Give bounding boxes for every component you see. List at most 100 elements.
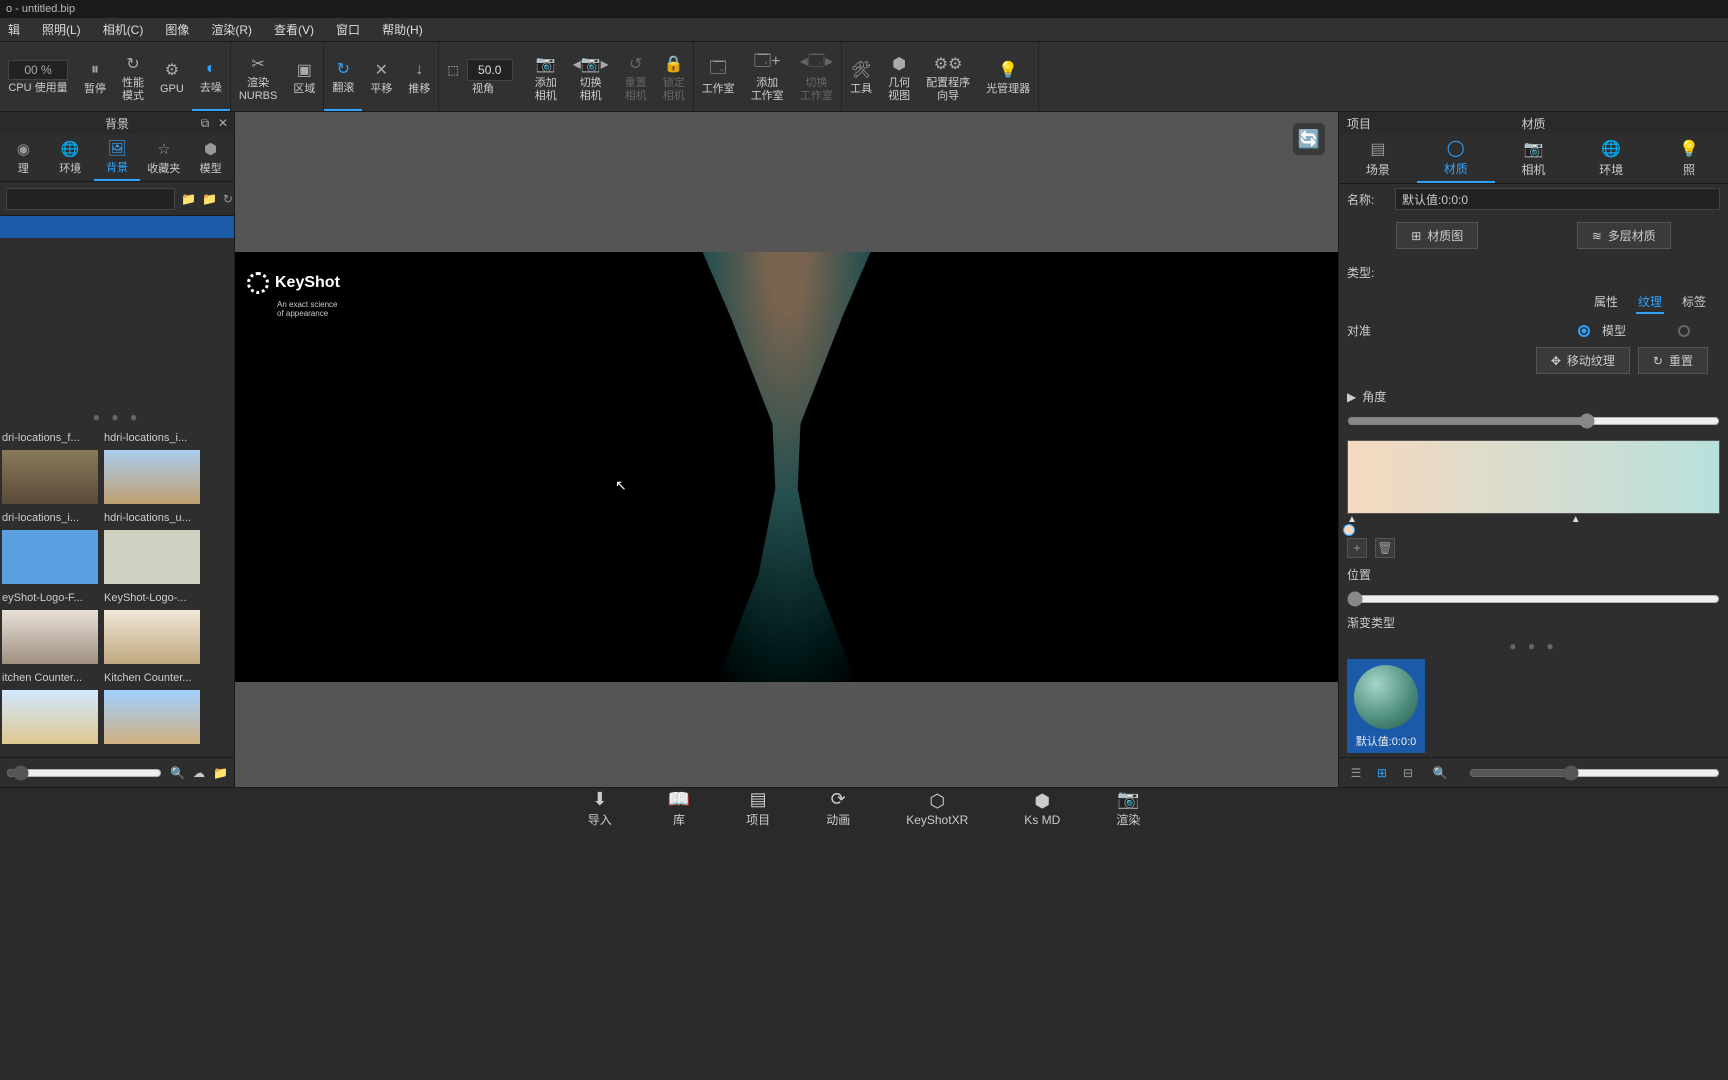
left-tab-environment[interactable]: 🌐环境 [47,134,94,181]
subtab-labels[interactable]: 标签 [1680,291,1708,314]
library-button[interactable]: 📖库 [668,789,690,828]
animation-button[interactable]: ⟳动画 [826,789,850,828]
tree-view-icon[interactable]: ⊟ [1399,764,1417,782]
gpu-button[interactable]: ⚙GPU [152,42,192,111]
viewport[interactable]: 🔄 KeyShot An exact science of appearance… [235,112,1338,787]
menu-render[interactable]: 渲染(R) [207,19,256,40]
pan-button[interactable]: ✕平移 [362,42,400,111]
multilayer-button[interactable]: ≋多层材质 [1577,222,1671,249]
light-manager-button[interactable]: 💡光管理器 [978,42,1038,111]
delete-stop-button[interactable]: 🗑 [1375,538,1395,558]
cursor-icon: ↖ [615,477,627,494]
lock-camera-button[interactable]: 🔒锁定 相机 [655,42,693,111]
tumble-button[interactable]: ↻翻滚 [324,42,362,111]
folder-icon[interactable]: 📁 [181,190,196,208]
gradient-markers[interactable]: ▲ ▲ [1347,516,1720,534]
dolly-button[interactable]: ↓推移 [400,42,438,111]
render-view[interactable]: KeyShot An exact science of appearance ↖ [235,252,1338,682]
thumb-item[interactable]: Kitchen Counter... [104,670,200,744]
search-input[interactable] [6,188,175,210]
menu-lighting[interactable]: 照明(L) [38,19,85,40]
menu-help[interactable]: 帮助(H) [378,19,427,40]
popout-icon[interactable]: ⧉ [198,116,212,130]
resize-handle[interactable]: ● ● ● [0,406,234,428]
tab-scene[interactable]: ▤场景 [1339,134,1417,183]
align-part-radio[interactable] [1678,325,1690,337]
render-button[interactable]: 📷渲染 [1116,789,1140,828]
move-texture-button[interactable]: ✥移动纹理 [1536,347,1630,374]
menu-window[interactable]: 窗口 [332,19,364,40]
thumb-size-slider[interactable] [6,765,162,781]
menu-item[interactable]: 辑 [4,19,24,40]
thumb-item[interactable]: dri-locations_i... [2,510,98,584]
geometry-view-button[interactable]: ⬢几何 视图 [880,42,918,111]
preview-size-slider[interactable] [1469,765,1720,781]
grid-view-icon[interactable]: ⊞ [1373,764,1391,782]
name-input[interactable] [1395,188,1720,210]
cloud-sync-icon[interactable]: 🔄 [1292,122,1326,156]
thumb-item[interactable]: hdri-locations_u... [104,510,200,584]
import-button[interactable]: ⬇导入 [588,789,612,828]
refresh-icon[interactable]: ↻ [223,190,233,208]
switch-camera-button[interactable]: ◂📷▸切换 相机 [565,42,617,111]
angle-slider[interactable] [1347,413,1720,429]
gradient-stop-marker[interactable]: ▲ [1571,514,1581,525]
reset-button[interactable]: ↻重置 [1638,347,1708,374]
left-tab-favorites[interactable]: ☆收藏夹 [140,134,187,181]
material-graph-button[interactable]: ⊞材质图 [1396,222,1478,249]
list-view-icon[interactable]: ☰ [1347,764,1365,782]
left-tab-material[interactable]: ◉理 [0,134,47,181]
menu-view[interactable]: 查看(V) [270,19,318,40]
ksmd-button[interactable]: ⬢Ks MD [1024,791,1060,827]
folder-icon[interactable]: 📁 [213,766,228,780]
align-model-radio[interactable] [1578,325,1590,337]
fov-button[interactable]: ⬚ 视角 [439,42,526,111]
perf-button[interactable]: ↻性能 模式 [114,42,152,111]
left-tab-background[interactable]: 🖼背景 [94,134,141,181]
configurator-button[interactable]: ⚙⚙配置程序 向导 [918,42,978,111]
thumb-item[interactable]: hdri-locations_i... [104,430,200,504]
denoise-button[interactable]: ◐去噪 [192,42,230,111]
add-stop-button[interactable]: + [1347,538,1367,558]
switch-studio-button[interactable]: ◂🗔▸切换 工作室 [792,42,841,111]
search-icon[interactable]: 🔍 [1431,764,1449,782]
subtab-textures[interactable]: 纹理 [1636,291,1664,314]
thumb-item[interactable]: dri-locations_f... [2,430,98,504]
folder-icon[interactable]: 📁 [202,190,217,208]
tab-material[interactable]: ◯材质 [1417,134,1495,183]
fov-input[interactable] [468,63,512,77]
keyshotxr-button[interactable]: ⬡KeyShotXR [906,791,968,827]
tab-lighting[interactable]: 💡照 [1650,134,1728,183]
region-button[interactable]: ▣区域 [285,42,323,111]
expand-icon[interactable]: ▶ [1347,390,1356,404]
gradient-preview[interactable] [1347,440,1720,514]
folder-tree[interactable] [0,216,234,406]
close-icon[interactable]: ✕ [216,116,230,130]
tools-button[interactable]: 🛠工具 [842,42,880,111]
gradient-color-handle[interactable] [1343,524,1355,536]
studio-button[interactable]: 🗔工作室 [694,42,743,111]
left-tab-models[interactable]: ⬢模型 [187,134,234,181]
thumb-item[interactable]: KeyShot-Logo-... [104,590,200,664]
tab-environment[interactable]: 🌐环境 [1572,134,1650,183]
tree-row[interactable] [0,216,234,238]
reset-camera-button[interactable]: ↺重置 相机 [617,42,655,111]
search-icon[interactable]: 🔍 [170,766,185,780]
thumb-item[interactable]: itchen Counter... [2,670,98,744]
pause-button[interactable]: ⏸暂停 [76,42,114,111]
add-studio-button[interactable]: 🗔+添加 工作室 [743,42,792,111]
project-label: 项目 [1347,115,1371,132]
subtab-properties[interactable]: 属性 [1592,291,1620,314]
thumb-item[interactable]: eyShot-Logo-F... [2,590,98,664]
cloud-icon[interactable]: ☁ [193,766,205,780]
position-slider[interactable] [1347,591,1720,607]
material-preview[interactable]: 默认值:0:0:0 [1347,659,1425,753]
project-button[interactable]: ▤项目 [746,789,770,828]
zoom-combo[interactable]: 00 %CPU 使用量 [0,42,76,111]
menu-camera[interactable]: 相机(C) [99,19,148,40]
add-camera-button[interactable]: 📷添加 相机 [527,42,565,111]
tab-camera[interactable]: 📷相机 [1495,134,1573,183]
menu-image[interactable]: 图像 [161,19,193,40]
nurbs-button[interactable]: ✂渲染 NURBS [231,42,286,111]
resize-handle[interactable]: ● ● ● [1339,637,1728,655]
